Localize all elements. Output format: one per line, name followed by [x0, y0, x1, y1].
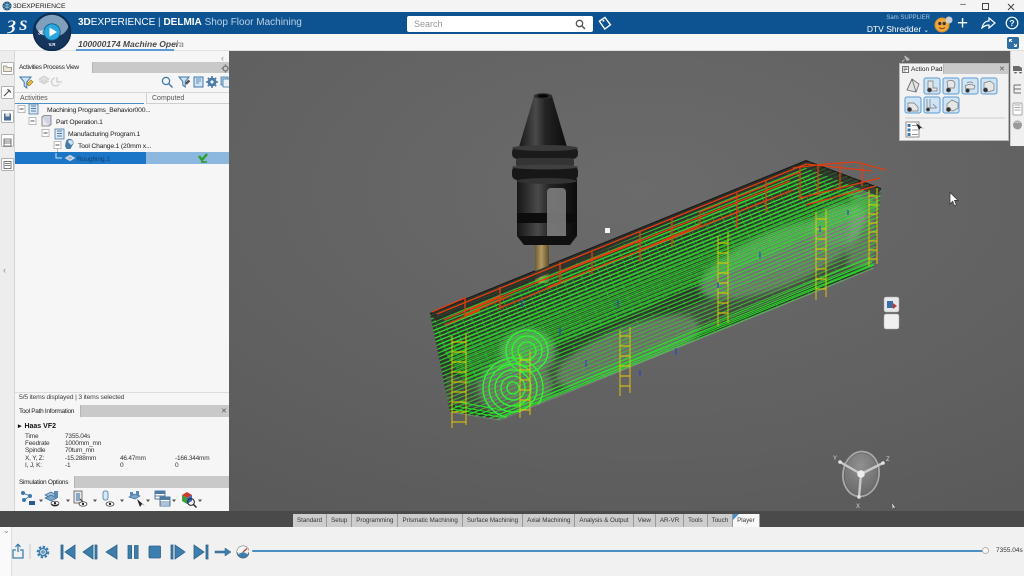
svg-text:S: S	[19, 18, 27, 34]
svg-text:Y: Y	[833, 456, 837, 462]
svg-text:Part Operation.1: Part Operation.1	[56, 119, 103, 126]
svg-text:Roughing.1: Roughing.1	[77, 156, 110, 163]
svg-text:X: X	[856, 504, 860, 510]
svg-text:V.R: V.R	[48, 42, 56, 47]
svg-text:Manufacturing Program.1: Manufacturing Program.1	[68, 131, 141, 138]
svg-text:Z: Z	[886, 457, 890, 463]
svg-text:Ȝ: Ȝ	[7, 18, 16, 34]
svg-text:Tool Change.1 (20mm x...: Tool Change.1 (20mm x...	[78, 143, 151, 150]
svg-text:Machining Programs_Behavior000: Machining Programs_Behavior000...	[47, 107, 151, 114]
svg-text:?: ?	[1009, 18, 1014, 28]
